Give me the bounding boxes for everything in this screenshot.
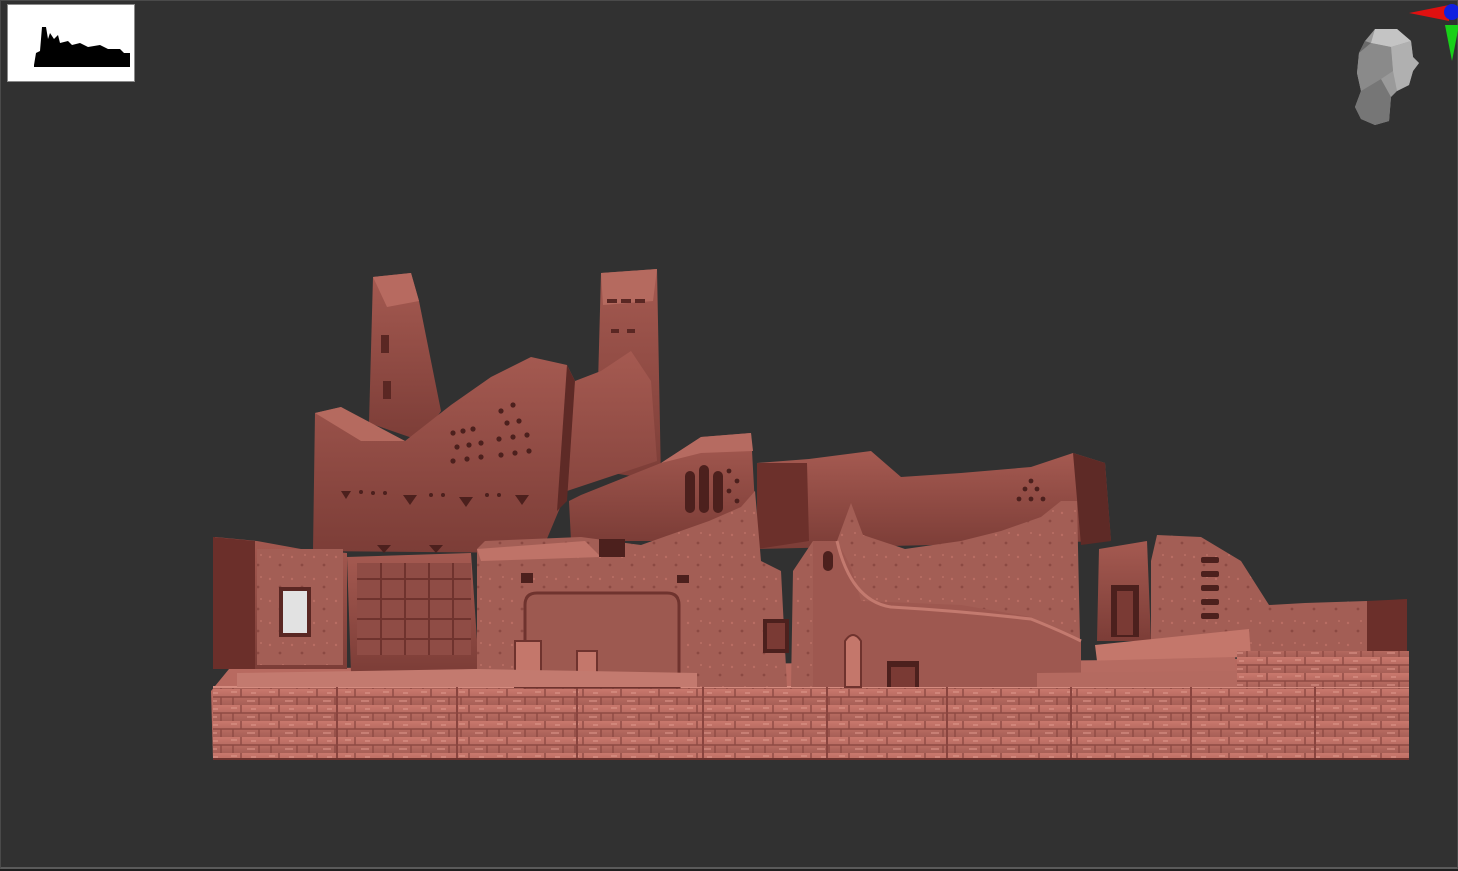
navigation-widget[interactable] xyxy=(1341,1,1458,131)
far-right-buildings xyxy=(1081,535,1409,687)
y-axis-icon[interactable] xyxy=(1445,25,1458,61)
tower-left xyxy=(369,273,441,441)
x-axis-icon[interactable] xyxy=(1409,5,1449,21)
courtyard-wall xyxy=(347,553,479,673)
document-thumbnail[interactable] xyxy=(7,4,135,82)
axis-gizmo[interactable] xyxy=(1409,4,1458,61)
model-silhouette-icon xyxy=(34,27,130,67)
sculpt-model[interactable] xyxy=(1,1,1458,871)
orientation-head-icon[interactable] xyxy=(1355,29,1419,125)
3d-viewport[interactable] xyxy=(0,0,1458,869)
left-room xyxy=(213,537,347,669)
